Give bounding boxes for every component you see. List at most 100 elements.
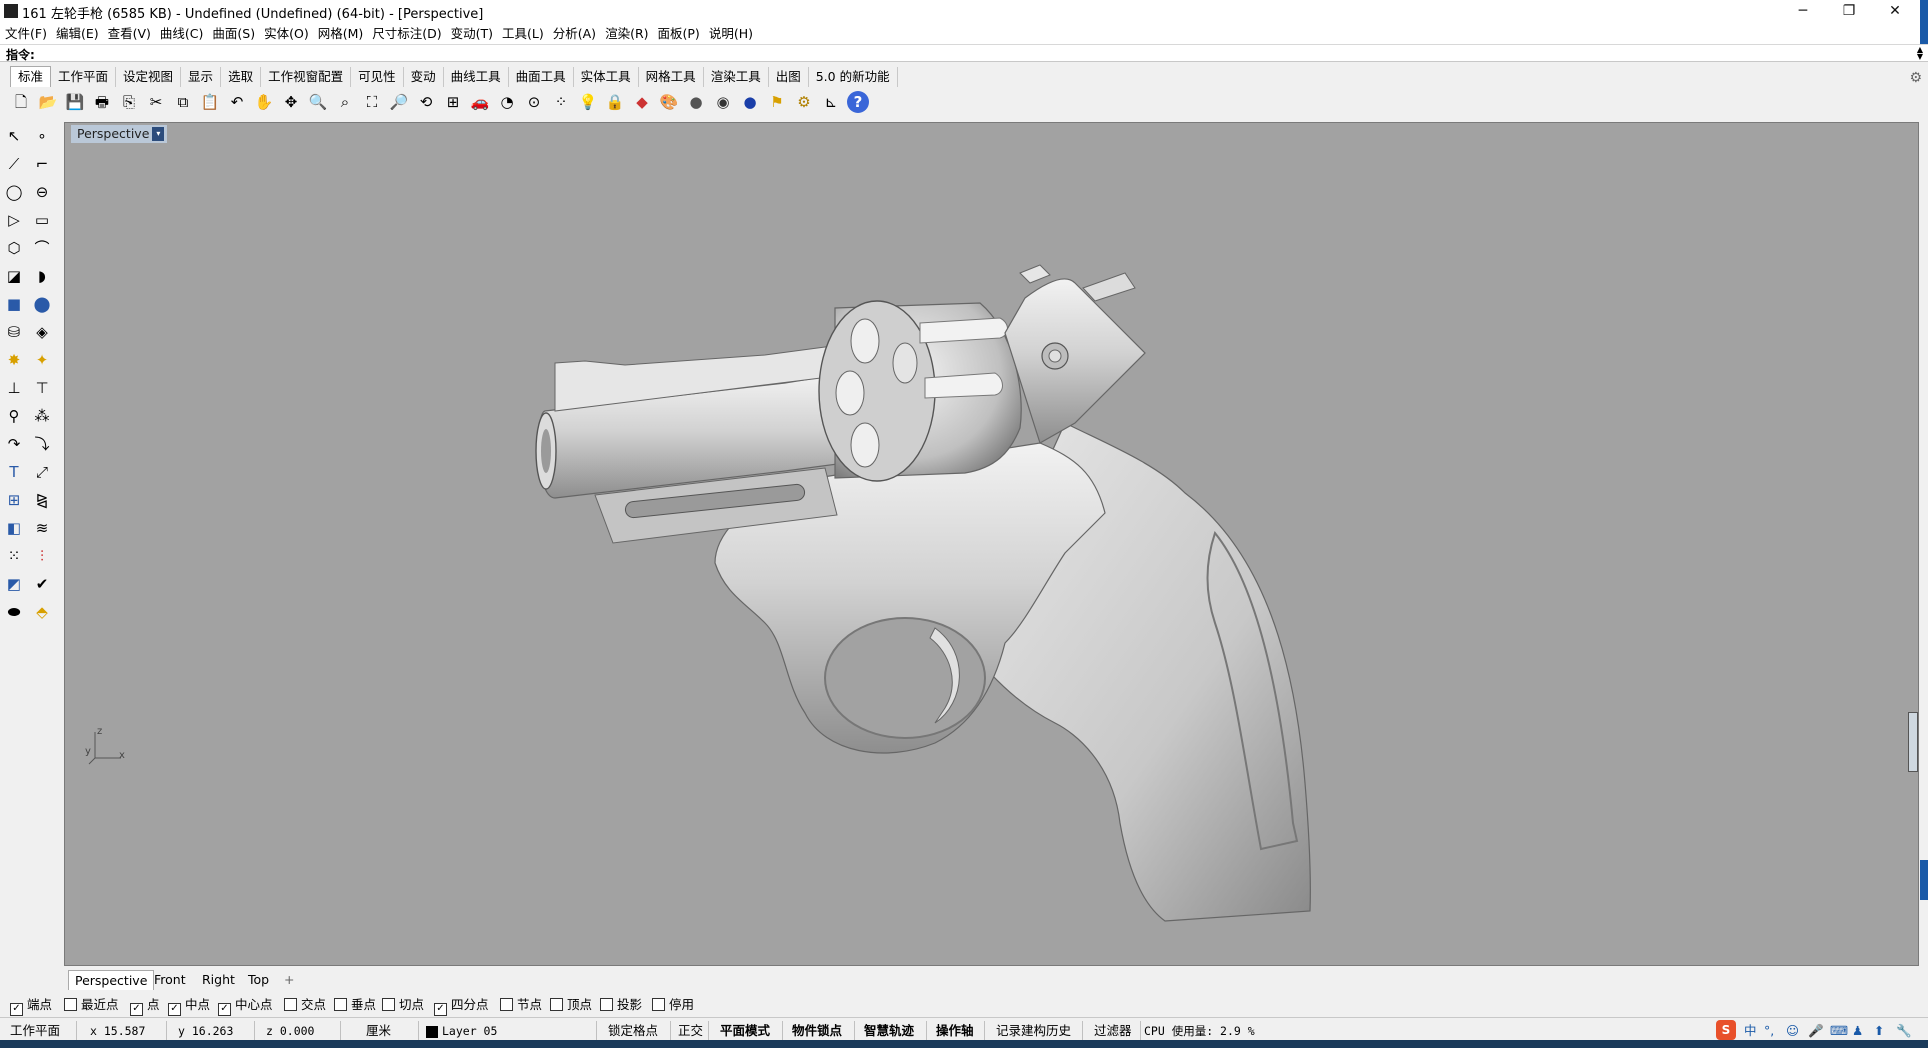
- polygon-icon[interactable]: ⬡: [2, 236, 26, 260]
- render-flag-icon[interactable]: ⚑: [766, 91, 788, 113]
- planar-toggle[interactable]: 平面模式: [720, 1021, 770, 1041]
- minimize-button[interactable]: ─: [1780, 0, 1826, 23]
- pan-hand-icon[interactable]: ✋: [253, 91, 275, 113]
- revolver-model[interactable]: [65, 123, 1920, 967]
- box-icon[interactable]: ■: [2, 292, 26, 316]
- tab-perspective[interactable]: Perspective: [68, 970, 155, 990]
- cylinder-icon[interactable]: ⛁: [2, 320, 26, 344]
- transform-icon[interactable]: ⚲: [2, 404, 26, 428]
- osnap-toggle[interactable]: 物件锁点: [792, 1021, 842, 1041]
- car-icon[interactable]: 🚗: [469, 91, 491, 113]
- ortho-toggle[interactable]: 正交: [678, 1021, 703, 1041]
- osnap-option[interactable]: 垂点: [334, 997, 376, 1013]
- checkbox-checked-icon[interactable]: ✓: [10, 1003, 23, 1016]
- tab-mesh-tools[interactable]: 网格工具: [639, 67, 704, 87]
- gumball-icon[interactable]: ⫶: [30, 544, 54, 568]
- tab-standard[interactable]: 标准: [10, 66, 52, 87]
- undo-icon[interactable]: ↶: [226, 91, 248, 113]
- layer-color-swatch[interactable]: [426, 1026, 438, 1038]
- help-icon[interactable]: ?: [847, 91, 869, 113]
- menu-help[interactable]: 说明(H): [704, 23, 757, 44]
- menu-view[interactable]: 查看(V): [103, 23, 155, 44]
- emoji-icon[interactable]: ☺: [1786, 1021, 1799, 1041]
- move-view-icon[interactable]: ✥: [280, 91, 302, 113]
- blue-sphere-icon[interactable]: ●: [739, 91, 761, 113]
- tab-right[interactable]: Right: [196, 970, 241, 989]
- arc-icon[interactable]: ▷: [2, 208, 26, 232]
- osnap-option[interactable]: ✓ 四分点: [434, 997, 489, 1016]
- gear-icon[interactable]: ⚙: [1909, 68, 1922, 88]
- zoom-selected-icon[interactable]: 🔎: [388, 91, 410, 113]
- surface-extrude-icon[interactable]: ◗: [30, 264, 54, 288]
- control-curve-icon[interactable]: ⌐: [30, 152, 54, 176]
- four-viewports-icon[interactable]: ⊞: [442, 91, 464, 113]
- tab-drafting[interactable]: 出图: [769, 67, 809, 87]
- group-icon[interactable]: ⁂: [30, 404, 54, 428]
- mesh-icon[interactable]: ◈: [30, 320, 54, 344]
- gumball-toggle[interactable]: 操作轴: [936, 1021, 974, 1041]
- skin-icon[interactable]: ♟: [1852, 1021, 1863, 1041]
- dimension-icon[interactable]: ⊾: [820, 91, 842, 113]
- menu-mesh[interactable]: 网格(M): [313, 23, 368, 44]
- filter-toggle[interactable]: 过滤器: [1094, 1021, 1132, 1041]
- analyze-icon[interactable]: ◩: [2, 572, 26, 596]
- rendered-sphere-icon[interactable]: ◉: [712, 91, 734, 113]
- new-file-icon[interactable]: 🗋: [10, 91, 32, 113]
- tab-visibility[interactable]: 可见性: [351, 67, 404, 87]
- zoom-extents-icon[interactable]: ⛶: [361, 91, 383, 113]
- osnap-option[interactable]: 停用: [652, 997, 694, 1013]
- array-icon[interactable]: ⊞: [2, 488, 26, 512]
- add-viewport-tab-icon[interactable]: +: [278, 970, 300, 989]
- menu-curve[interactable]: 曲线(C): [155, 23, 207, 44]
- checkbox-icon[interactable]: [550, 998, 563, 1011]
- osnap-option[interactable]: 节点: [500, 997, 542, 1013]
- surface-corner-icon[interactable]: ◪: [2, 264, 26, 288]
- light-spot-icon[interactable]: ✸: [2, 348, 26, 372]
- solid-edit-icon[interactable]: ◧: [2, 516, 26, 540]
- tab-top[interactable]: Top: [242, 970, 275, 989]
- contour-icon[interactable]: ≋: [30, 516, 54, 540]
- grid-array-icon[interactable]: ⁙: [2, 544, 26, 568]
- osnap-option[interactable]: ✓ 点: [130, 997, 160, 1016]
- checkbox-icon[interactable]: [64, 998, 77, 1011]
- menu-solid[interactable]: 实体(O): [259, 23, 313, 44]
- osnap-option[interactable]: 交点: [284, 997, 326, 1013]
- tab-cplane[interactable]: 工作平面: [51, 67, 117, 87]
- rotate-view-icon[interactable]: ⟲: [415, 91, 437, 113]
- paste-icon[interactable]: 📋: [199, 91, 221, 113]
- render-icon[interactable]: ✦: [30, 348, 54, 372]
- smarttrack-toggle[interactable]: 智慧轨迹: [864, 1021, 914, 1041]
- tab-front[interactable]: Front: [148, 970, 192, 989]
- tab-select[interactable]: 选取: [221, 67, 262, 87]
- history-toggle[interactable]: 记录建构历史: [996, 1021, 1071, 1041]
- select-arrow-icon[interactable]: ↖: [2, 124, 26, 148]
- sogou-ime-icon[interactable]: S: [1716, 1020, 1736, 1040]
- tab-display[interactable]: 显示: [181, 67, 222, 87]
- checkbox-icon[interactable]: [652, 998, 665, 1011]
- osnap-icon[interactable]: ⊙: [523, 91, 545, 113]
- checkbox-checked-icon[interactable]: ✓: [130, 1003, 143, 1016]
- copy-icon[interactable]: ⧉: [172, 91, 194, 113]
- zoom-window-icon[interactable]: 🔍: [307, 91, 329, 113]
- osnap-option[interactable]: ✓ 中心点: [218, 997, 273, 1016]
- menu-render[interactable]: 渲染(R): [600, 23, 652, 44]
- tab-new-in-v5[interactable]: 5.0 的新功能: [809, 67, 898, 87]
- grid-snap-toggle[interactable]: 锁定格点: [608, 1021, 658, 1041]
- tab-viewport-layout[interactable]: 工作视窗配置: [261, 67, 352, 87]
- curve-fillet-icon[interactable]: ⌒: [30, 236, 54, 260]
- settings-wrench-icon[interactable]: 🔧: [1896, 1021, 1912, 1041]
- checkbox-icon[interactable]: [334, 998, 347, 1011]
- menu-panels[interactable]: 面板(P): [653, 23, 704, 44]
- ime-mode-label[interactable]: 中: [1744, 1021, 1757, 1041]
- close-button[interactable]: ✕: [1872, 0, 1918, 23]
- cplane-label[interactable]: 工作平面: [10, 1021, 60, 1041]
- check-icon[interactable]: ✔: [30, 572, 54, 596]
- osnap-option[interactable]: 最近点: [64, 997, 119, 1013]
- tab-curve-tools[interactable]: 曲线工具: [444, 67, 509, 87]
- scale-icon[interactable]: ⤢: [30, 460, 54, 484]
- import-icon[interactable]: ⎘: [118, 91, 140, 113]
- checkbox-icon[interactable]: [284, 998, 297, 1011]
- command-line[interactable]: 指令: ▲ ▼: [0, 44, 1928, 62]
- layer-name[interactable]: Layer 05: [442, 1021, 497, 1041]
- light-icon[interactable]: 💡: [577, 91, 599, 113]
